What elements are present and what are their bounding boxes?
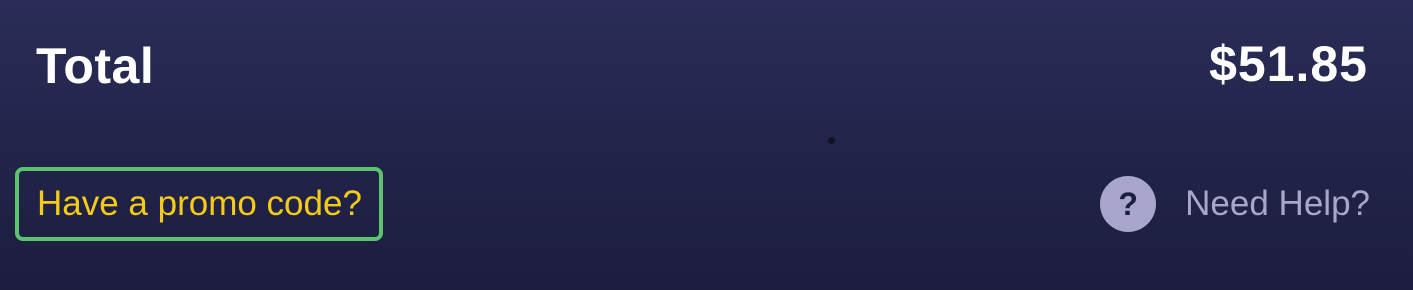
question-circle-icon[interactable]: ?: [1100, 176, 1157, 232]
total-amount: $51.85: [1209, 36, 1368, 92]
need-help-label: Need Help?: [1185, 184, 1370, 223]
need-help-link[interactable]: ? Need Help?: [1100, 176, 1370, 232]
decorative-dot: [828, 137, 835, 144]
promo-code-label: Have a promo code?: [37, 184, 362, 223]
promo-code-link[interactable]: Have a promo code?: [15, 167, 383, 241]
question-mark-glyph: ?: [1118, 186, 1138, 222]
total-label: Total: [36, 38, 155, 94]
total-row: Total $51.85: [0, 26, 1413, 106]
